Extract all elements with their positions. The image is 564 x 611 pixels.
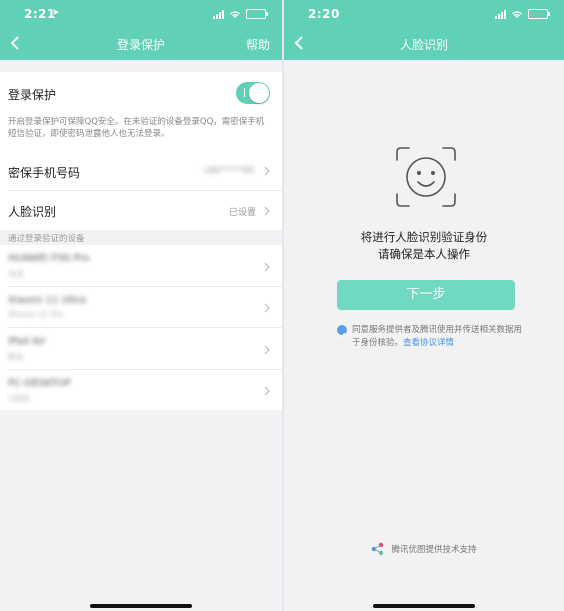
chevron-right-icon [264,262,270,272]
phone-row[interactable]: 密保手机号码 186*****88 [0,152,282,190]
login-protect-description: 开启登录保护可保障QQ安全。在未验证的设备登录QQ，需密保手机短信验证，即使密码… [8,116,270,140]
page-title: 登录保护 [116,38,165,52]
header-bar: 2:21 ➤ 登录保护 帮助 [0,0,282,60]
status-bar: 2:21 ➤ [0,5,282,23]
face-row-label: 人脸识别 [8,205,57,219]
security-settings-card: 密保手机号码 186*****88 人脸识别 已设置 [0,152,282,230]
agree-checkbox[interactable] [337,325,347,338]
signal-icon [495,9,506,19]
device-detail: 今天 [8,270,24,279]
face-row[interactable]: 人脸识别 已设置 [0,191,282,230]
help-button[interactable]: 帮助 [246,36,270,53]
login-protect-card: 登录保护 [0,72,282,152]
tech-support-footer: 腾讯优图提供技术支持 [284,542,564,556]
prompt-line-1: 将进行人脸识别验证身份 [360,230,488,244]
battery-icon [246,9,268,19]
header-bar: 2:20 人脸识别 [284,0,564,60]
device-name: HUAWEI P30 Pro [8,253,90,264]
devices-list: HUAWEI P30 Pro 今天 Xiaomi 11 Ultra iPhone… [0,245,282,410]
face-recognition-screen: 2:20 人脸识别 将进行人脸识别验证身份 请确保是本人操作 下一步 同意服务提… [284,0,564,611]
devices-section-title: 通过登录验证的设备 [8,234,85,244]
chevron-right-icon [264,303,270,313]
device-name: Xiaomi 11 Ultra [8,295,86,306]
chevron-right-icon [264,345,270,355]
login-protect-label: 登录保护 [8,88,57,102]
chevron-right-icon [264,166,270,176]
face-status-value: 已设置 [228,208,256,218]
face-scan-icon [396,147,456,207]
phone-row-label: 密保手机号码 [8,166,81,180]
footer-text: 腾讯优图提供技术支持 [391,545,477,555]
signal-icon [213,9,224,19]
status-bar: 2:20 [284,5,564,23]
prompt-line-2: 请确保是本人操作 [378,247,470,261]
device-name: PC-DESKTOP [8,378,71,389]
device-detail: 昨天 [8,353,24,362]
location-arrow-icon: ➤ [52,8,60,18]
next-step-button[interactable]: 下一步 [337,280,515,310]
checkmark-icon [339,332,346,338]
youtu-logo-icon [372,542,384,556]
device-detail: iPhone 11 Pro [8,310,63,319]
status-icons [495,9,550,19]
home-indicator [90,604,192,608]
battery-icon [528,9,550,19]
status-icons [213,9,268,19]
phone-number-value: 186*****88 [202,166,254,176]
page-title: 人脸识别 [399,38,448,52]
login-protection-screen: 2:21 ➤ 登录保护 帮助 登录保护 开启登录保护可保障QQ安全。在未验证的设… [0,0,282,611]
chevron-right-icon [264,206,270,216]
device-item[interactable]: HUAWEI P30 Pro 今天 [0,245,282,286]
agreement-text: 同意服务提供者及腾讯使用并传送相关数据用于身份核验。查看协议详情 [352,324,522,350]
home-indicator [373,604,475,608]
login-protect-toggle[interactable] [236,82,270,104]
wifi-icon [230,11,240,18]
chevron-right-icon [264,386,270,396]
agreement-link[interactable]: 查看协议详情 [403,338,454,348]
status-time: 2:20 [308,7,340,21]
nav-bar: 登录保护 帮助 [0,28,282,58]
device-item[interactable]: Xiaomi 11 Ultra iPhone 11 Pro [0,287,282,327]
device-detail: 1天前 [8,394,30,403]
nav-bar: 人脸识别 [284,28,564,58]
wifi-icon [512,11,522,18]
device-name: iPad Air [8,336,46,347]
device-item[interactable]: PC-DESKTOP 1天前 [0,370,282,410]
device-item[interactable]: iPad Air 昨天 [0,328,282,369]
